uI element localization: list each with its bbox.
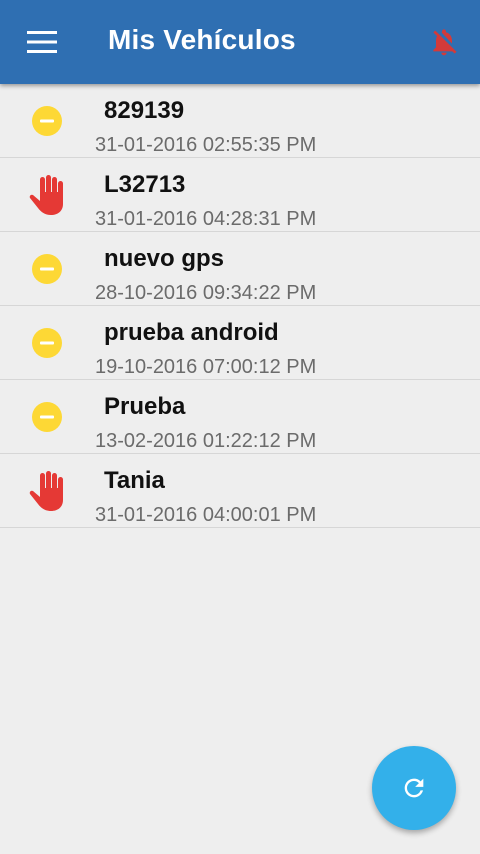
- vehicle-last-report-time: 13-02-2016 01:22:12 PM: [95, 430, 317, 452]
- minus-circle-icon: [32, 254, 62, 284]
- vehicle-last-report-time: 19-10-2016 07:00:12 PM: [95, 356, 317, 378]
- vehicle-row[interactable]: L32713 31-01-2016 04:28:31 PM: [0, 158, 480, 232]
- notifications-toggle-button[interactable]: [420, 22, 468, 62]
- vehicle-last-report-time: 28-10-2016 09:34:22 PM: [95, 282, 317, 304]
- vehicle-last-report-time: 31-01-2016 02:55:35 PM: [95, 134, 317, 156]
- refresh-icon: [404, 778, 424, 798]
- vehicle-row[interactable]: 829139 31-01-2016 02:55:35 PM: [0, 84, 480, 158]
- stop-hand-icon: [29, 471, 63, 511]
- menu-button[interactable]: [18, 22, 66, 62]
- refresh-button[interactable]: [372, 746, 456, 830]
- vehicle-name: Tania: [104, 467, 165, 494]
- vehicle-status: [22, 396, 72, 438]
- vehicle-name: prueba android: [104, 319, 279, 346]
- minus-circle-icon: [32, 402, 62, 432]
- vehicle-status: [22, 100, 72, 142]
- vehicle-status: [22, 470, 72, 512]
- vehicle-name: Prueba: [104, 393, 186, 420]
- vehicle-name: nuevo gps: [104, 245, 225, 272]
- vehicle-name: L32713: [104, 171, 186, 198]
- vehicle-status: [22, 322, 72, 364]
- vehicle-last-report-time: 31-01-2016 04:00:01 PM: [95, 504, 317, 526]
- vehicle-row[interactable]: prueba android 19-10-2016 07:00:12 PM: [0, 306, 480, 380]
- vehicle-status: [22, 174, 72, 216]
- minus-circle-icon: [32, 106, 62, 136]
- hamburger-menu-icon: [27, 31, 57, 53]
- minus-circle-icon: [32, 328, 62, 358]
- vehicle-last-report-time: 31-01-2016 04:28:31 PM: [95, 208, 317, 230]
- vehicle-row[interactable]: nuevo gps 28-10-2016 09:34:22 PM: [0, 232, 480, 306]
- app-bar: Mis Vehículos: [0, 0, 480, 84]
- vehicle-status: [22, 248, 72, 290]
- vehicle-row[interactable]: Prueba 13-02-2016 01:22:12 PM: [0, 380, 480, 454]
- vehicle-name: 829139: [104, 97, 185, 124]
- bell-off-icon: [433, 29, 457, 56]
- vehicle-list: 829139 31-01-2016 02:55:35 PM L32713 31-01-…: [0, 84, 480, 528]
- vehicle-row[interactable]: Tania 31-01-2016 04:00:01 PM: [0, 454, 480, 528]
- stop-hand-icon: [29, 175, 63, 215]
- page-title: Mis Vehículos: [108, 24, 296, 55]
